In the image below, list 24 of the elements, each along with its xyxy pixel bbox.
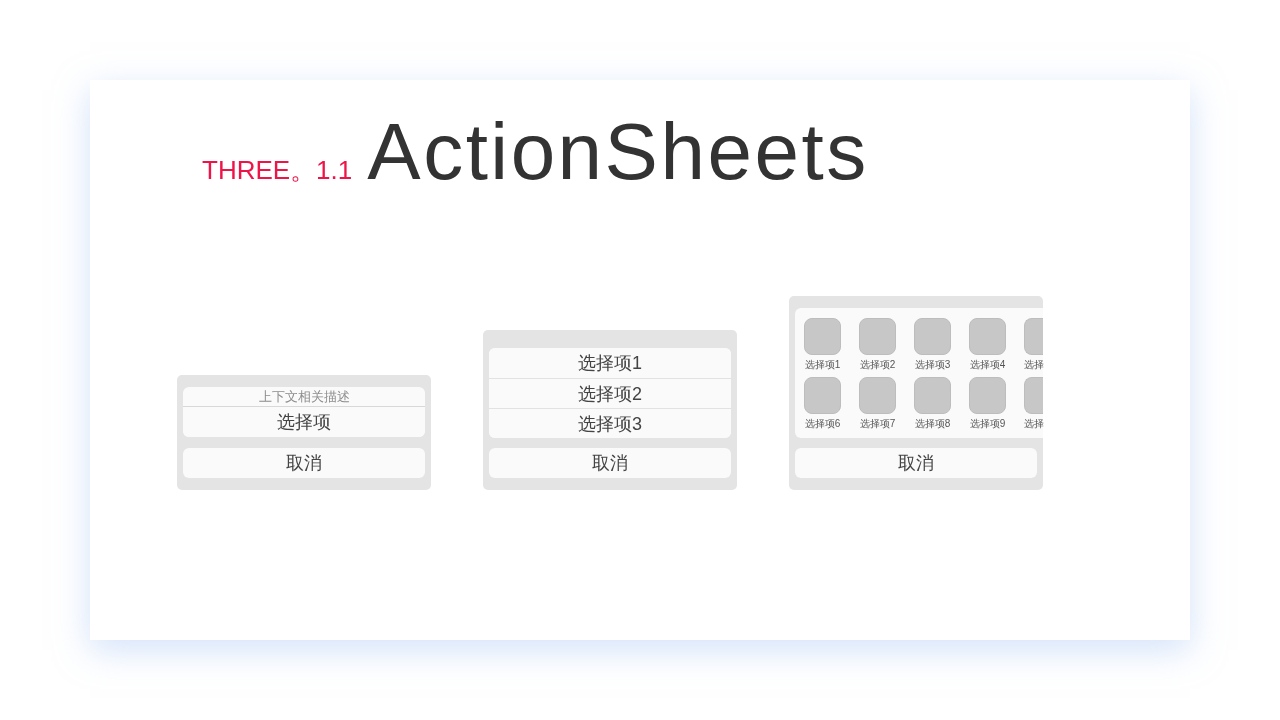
- cancel-button[interactable]: 取消: [795, 448, 1037, 478]
- page-title: ActionSheets: [367, 112, 869, 192]
- grid-option[interactable]: 选择项2: [859, 318, 896, 372]
- grid-option[interactable]: 选择项3: [914, 318, 951, 372]
- rounded-square-icon: [859, 377, 896, 414]
- grid-option[interactable]: 选择项4: [969, 318, 1006, 372]
- rounded-square-icon: [859, 318, 896, 355]
- grid-option[interactable]: 选择项9: [969, 377, 1006, 431]
- grid-option[interactable]: 选择项6: [804, 377, 841, 431]
- grid-option[interactable]: 选择项1: [804, 318, 841, 372]
- rounded-square-icon: [914, 318, 951, 355]
- grid-option[interactable]: 选择项8: [914, 377, 951, 431]
- option-item[interactable]: 选择项3: [489, 408, 731, 438]
- rounded-square-icon: [804, 318, 841, 355]
- cancel-button[interactable]: 取消: [489, 448, 731, 478]
- section-number: THREE。1.1: [202, 157, 353, 183]
- rounded-square-icon: [969, 318, 1006, 355]
- rounded-square-icon: [804, 377, 841, 414]
- rounded-square-icon: [969, 377, 1006, 414]
- cancel-button[interactable]: 取消: [183, 448, 425, 478]
- grid-option[interactable]: 选择: [1024, 318, 1043, 372]
- grid-option[interactable]: 选择项7: [859, 377, 896, 431]
- rounded-square-icon: [914, 377, 951, 414]
- grid-option[interactable]: 选择: [1024, 377, 1043, 431]
